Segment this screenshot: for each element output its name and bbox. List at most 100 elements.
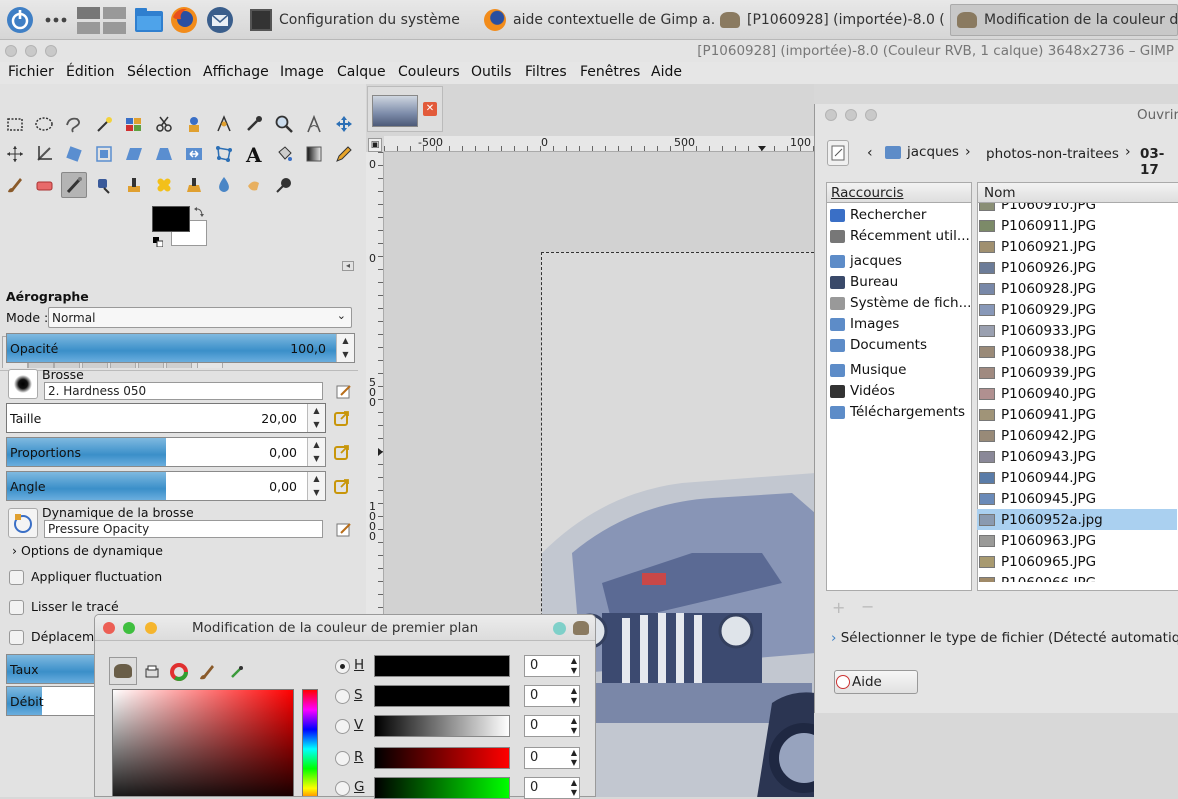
- maximize-window-button[interactable]: [45, 45, 57, 57]
- place-item[interactable]: Système de fich...: [830, 295, 971, 311]
- ink-tool-icon[interactable]: [91, 172, 117, 198]
- filetype-expander[interactable]: › Sélectionner le type de fichier (Détec…: [831, 630, 1178, 646]
- angle-spin[interactable]: ▲ ▼: [307, 472, 325, 500]
- configure-tab-icon[interactable]: ◂: [342, 261, 354, 271]
- place-item[interactable]: Récemment util...: [830, 228, 970, 244]
- firefox-icon[interactable]: [168, 4, 200, 36]
- type-location-button[interactable]: [827, 140, 849, 166]
- workspace-switcher-icon[interactable]: [76, 4, 128, 36]
- task-gimp-image[interactable]: [P1060928] (importée)-8.0 (...: [714, 4, 946, 36]
- dynamics-options-expander[interactable]: › Options de dynamique: [12, 543, 163, 558]
- file-row[interactable]: P1060926.JPG: [977, 257, 1177, 278]
- image-tab[interactable]: ✕: [367, 86, 443, 132]
- channel-spin[interactable]: ▲ ▼: [571, 656, 577, 676]
- dodge-burn-tool-icon[interactable]: [271, 172, 297, 198]
- channel-spin[interactable]: ▲ ▼: [571, 716, 577, 736]
- reset-angle-icon[interactable]: [334, 478, 352, 496]
- maximize-dialog-button[interactable]: [123, 622, 135, 634]
- apply-jitter-checkbox[interactable]: [9, 570, 24, 585]
- add-bookmark-icon[interactable]: +: [832, 598, 845, 617]
- file-row[interactable]: P1060940.JPG: [977, 383, 1177, 404]
- close-dialog-button[interactable]: [103, 622, 115, 634]
- proportions-slider[interactable]: Proportions 0,00 ▲ ▼: [6, 437, 326, 467]
- rotate-tool-icon[interactable]: [61, 141, 87, 167]
- wheel-selector-tab[interactable]: [165, 659, 193, 685]
- menu-image[interactable]: Image: [280, 64, 324, 80]
- app-menu-icon[interactable]: [4, 4, 36, 36]
- measure-tool-icon[interactable]: [301, 111, 327, 137]
- airbrush-tool-icon[interactable]: [61, 172, 87, 198]
- channel-value-field[interactable]: 0 ▲ ▼: [524, 655, 580, 677]
- angle-slider[interactable]: Angle 0,00 ▲ ▼: [6, 471, 326, 501]
- brush-field[interactable]: 2. Hardness 050: [44, 382, 323, 400]
- flip-tool-icon[interactable]: [181, 141, 207, 167]
- file-row[interactable]: P1060963.JPG: [977, 530, 1177, 551]
- file-row[interactable]: P1060966.JPG: [977, 572, 1177, 582]
- ruler-corner-icon[interactable]: ▣: [368, 138, 382, 152]
- dynamics-field[interactable]: Pressure Opacity: [44, 520, 323, 538]
- edit-brush-icon[interactable]: [336, 383, 352, 399]
- cage-transform-tool-icon[interactable]: [211, 141, 237, 167]
- file-row[interactable]: P1060928.JPG: [977, 278, 1177, 299]
- scissors-tool-icon[interactable]: [151, 111, 177, 137]
- path-button-folder[interactable]: photos-non-traitees: [986, 146, 1119, 162]
- channel-value-field[interactable]: 0 ▲ ▼: [524, 777, 580, 799]
- file-manager-icon[interactable]: [133, 4, 165, 36]
- file-row[interactable]: P1060952a.jpg: [977, 509, 1177, 530]
- file-row[interactable]: P1060929.JPG: [977, 299, 1177, 320]
- size-slider[interactable]: Taille 20,00 ▲ ▼: [6, 403, 326, 433]
- shear-tool-icon[interactable]: [121, 141, 147, 167]
- clone-tool-icon[interactable]: [121, 172, 147, 198]
- color-picker-tool-icon[interactable]: [241, 111, 267, 137]
- file-row[interactable]: P1060945.JPG: [977, 488, 1177, 509]
- channel-spin[interactable]: ▲ ▼: [571, 748, 577, 768]
- place-item[interactable]: Images: [830, 316, 899, 332]
- channel-slider[interactable]: [374, 747, 510, 769]
- heal-tool-icon[interactable]: [151, 172, 177, 198]
- zoom-tool-icon[interactable]: [271, 111, 297, 137]
- foreground-select-tool-icon[interactable]: [181, 111, 207, 137]
- name-column-header[interactable]: Nom: [978, 183, 1178, 203]
- minimize-dialog-button[interactable]: [845, 109, 857, 121]
- smudge-tool-icon[interactable]: [241, 172, 267, 198]
- gimp-selector-tab[interactable]: [109, 657, 137, 685]
- mode-select[interactable]: Normal ⌄: [48, 307, 352, 328]
- channel-value-field[interactable]: 0 ▲ ▼: [524, 715, 580, 737]
- file-row[interactable]: P1060921.JPG: [977, 236, 1177, 257]
- place-item[interactable]: Rechercher: [830, 207, 926, 223]
- perspective-clone-tool-icon[interactable]: [181, 172, 207, 198]
- align-tool-icon[interactable]: [2, 141, 28, 167]
- size-spin[interactable]: ▲ ▼: [307, 404, 325, 432]
- hue-strip[interactable]: [302, 689, 318, 796]
- text-tool-icon[interactable]: A: [241, 141, 267, 167]
- file-row[interactable]: P1060910.JPG: [977, 203, 1177, 215]
- saturation-value-area[interactable]: [112, 689, 294, 796]
- foreground-color-swatch[interactable]: [152, 206, 190, 232]
- file-row[interactable]: P1060944.JPG: [977, 467, 1177, 488]
- dynamics-preview[interactable]: [8, 508, 38, 538]
- reset-size-icon[interactable]: [334, 410, 352, 428]
- swap-colors-icon[interactable]: [193, 206, 205, 218]
- rect-select-tool-icon[interactable]: [2, 111, 28, 137]
- task-system-config[interactable]: Configuration du système: [244, 4, 472, 36]
- path-back-icon[interactable]: ‹: [867, 145, 873, 161]
- maximize-dialog-button[interactable]: [865, 109, 877, 121]
- menu-selection[interactable]: Sélection: [127, 64, 192, 80]
- channel-radio[interactable]: [335, 751, 350, 766]
- channel-slider[interactable]: [374, 777, 510, 799]
- place-item[interactable]: Vidéos: [830, 383, 895, 399]
- scale-tool-icon[interactable]: [91, 141, 117, 167]
- channel-spin[interactable]: ▲ ▼: [571, 778, 577, 798]
- blur-tool-icon[interactable]: [211, 172, 237, 198]
- eraser-tool-icon[interactable]: [31, 172, 57, 198]
- file-row[interactable]: P1060938.JPG: [977, 341, 1177, 362]
- proportions-spin[interactable]: ▲ ▼: [307, 438, 325, 466]
- sticky-icon[interactable]: [553, 622, 566, 635]
- close-image-icon[interactable]: ✕: [423, 102, 437, 116]
- file-row[interactable]: P1060941.JPG: [977, 404, 1177, 425]
- channel-value-field[interactable]: 0 ▲ ▼: [524, 685, 580, 707]
- file-row[interactable]: P1060942.JPG: [977, 425, 1177, 446]
- channel-spin[interactable]: ▲ ▼: [571, 686, 577, 706]
- channel-radio[interactable]: [335, 781, 350, 796]
- channel-radio[interactable]: [335, 719, 350, 734]
